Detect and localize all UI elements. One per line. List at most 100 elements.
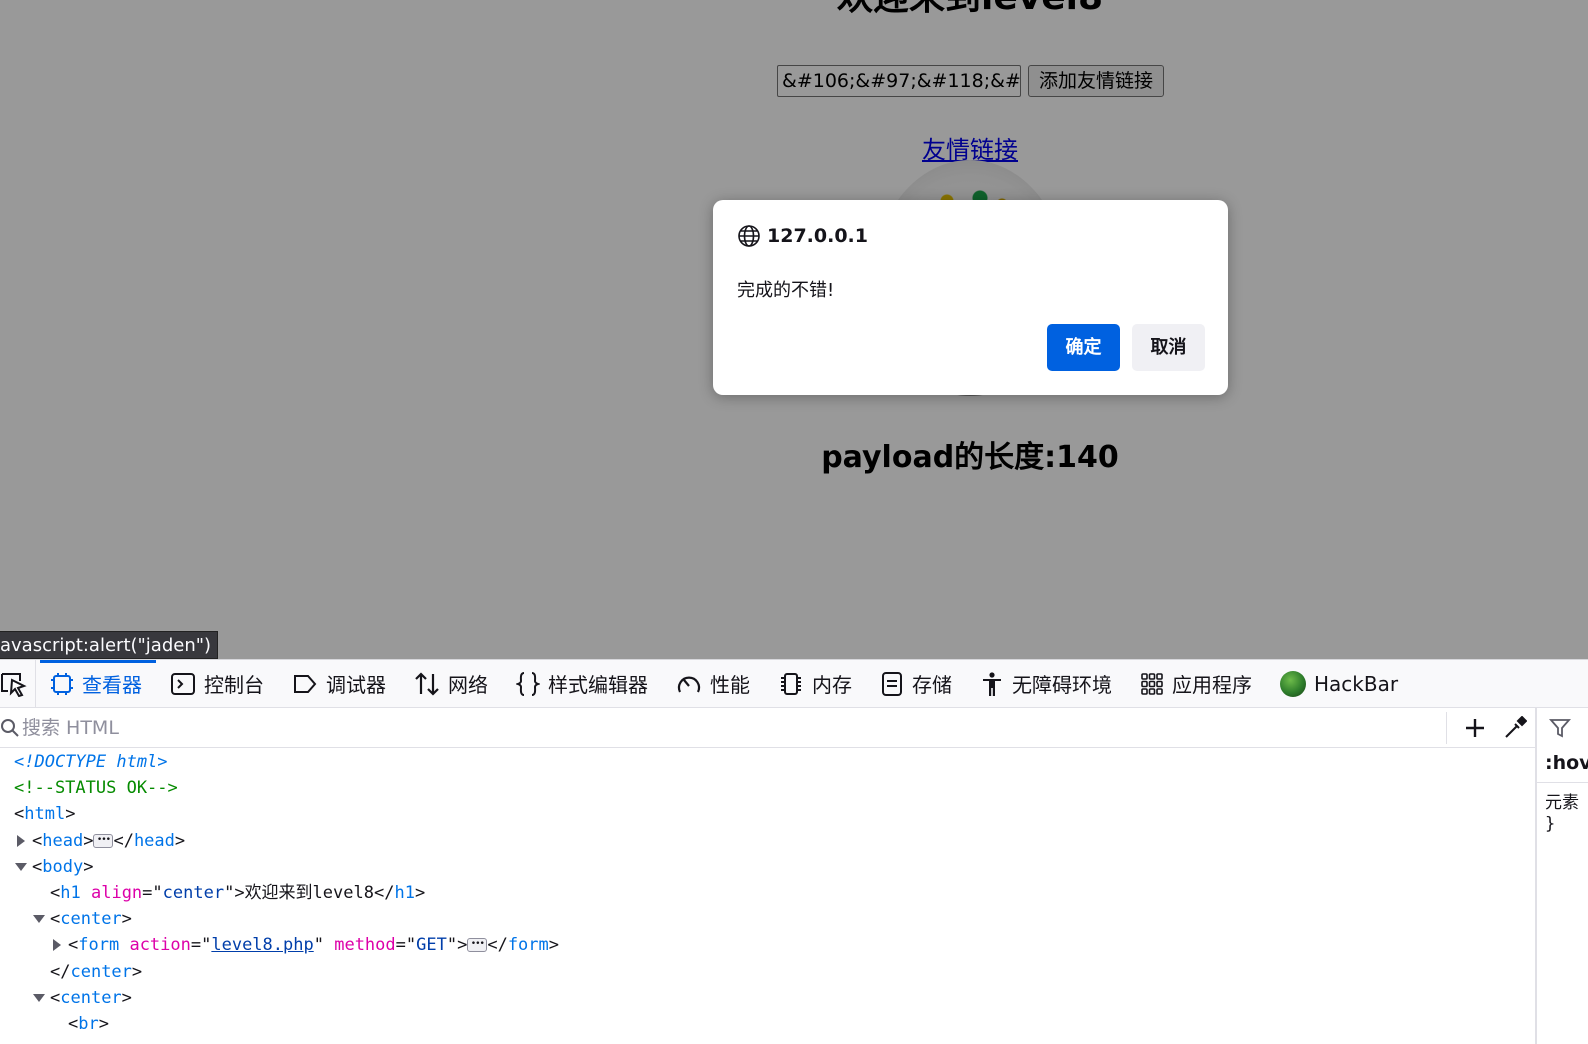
element-rule-label: 元素 bbox=[1545, 793, 1579, 813]
tag-name: body bbox=[42, 856, 84, 877]
html-search-row bbox=[0, 708, 1535, 748]
tab-accessibility[interactable]: 无障碍环境 bbox=[966, 660, 1126, 708]
collapsed-children-badge[interactable] bbox=[93, 827, 114, 853]
tab-storage[interactable]: 存储 bbox=[866, 660, 966, 708]
tab-memory[interactable]: 内存 bbox=[764, 660, 866, 708]
ok-button[interactable]: 确定 bbox=[1047, 324, 1120, 371]
tab-debugger[interactable]: 调试器 bbox=[278, 660, 400, 708]
performance-icon bbox=[677, 676, 701, 692]
search-icon bbox=[0, 708, 22, 748]
markup-br-node[interactable]: <br> bbox=[0, 1011, 1535, 1037]
collapse-toggle[interactable] bbox=[32, 991, 46, 1005]
dialog-message: 完成的不错! bbox=[737, 280, 835, 301]
markup-body-node[interactable]: <body> bbox=[0, 854, 1535, 880]
markup-center-close[interactable]: </center> bbox=[0, 959, 1535, 985]
tab-label: 无障碍环境 bbox=[1012, 673, 1112, 697]
doctype-text: <!DOCTYPE html> bbox=[14, 752, 168, 772]
hov-toggle[interactable]: :hov bbox=[1545, 752, 1588, 774]
tab-performance[interactable]: 性能 bbox=[662, 660, 764, 708]
network-icon bbox=[415, 671, 439, 696]
markup-head-node[interactable]: <head></head> bbox=[0, 827, 1535, 854]
tab-console[interactable]: 控制台 bbox=[156, 660, 278, 708]
attr-name: align bbox=[90, 882, 143, 903]
tab-label: 控制台 bbox=[204, 673, 264, 697]
hackbar-icon bbox=[1280, 670, 1306, 697]
attr-name: method bbox=[334, 935, 396, 956]
attr-value: GET bbox=[416, 935, 447, 956]
memory-icon bbox=[781, 672, 801, 695]
collapse-toggle[interactable] bbox=[14, 860, 28, 874]
accessibility-icon bbox=[983, 671, 1001, 696]
markup-center-node[interactable]: <center> bbox=[0, 985, 1535, 1011]
tag-name: center bbox=[60, 909, 122, 930]
tab-label: HackBar bbox=[1314, 671, 1399, 696]
tab-application[interactable]: 应用程序 bbox=[1126, 660, 1266, 708]
collapse-toggle[interactable] bbox=[32, 912, 46, 926]
eyedropper-icon bbox=[1505, 715, 1527, 738]
dialog-header: 127.0.0.1 bbox=[737, 224, 868, 248]
tag-name: h1 bbox=[60, 882, 81, 903]
style-editor-icon bbox=[516, 671, 540, 696]
tab-label: 应用程序 bbox=[1172, 673, 1252, 697]
expand-toggle[interactable] bbox=[14, 834, 28, 848]
status-bar-url: avascript:alert("jaden") bbox=[0, 631, 219, 659]
text-node: 欢迎来到level8 bbox=[244, 882, 374, 903]
tab-label: 调试器 bbox=[326, 673, 386, 697]
element-picker-icon bbox=[1, 672, 27, 697]
expand-toggle[interactable] bbox=[50, 938, 64, 952]
add-node-button[interactable] bbox=[1455, 708, 1495, 748]
tag-name: h1 bbox=[394, 882, 415, 903]
rule-closing-brace: } bbox=[1545, 814, 1556, 834]
markup-h1-node[interactable]: <h1 align="center">欢迎来到level8</h1> bbox=[0, 880, 1535, 906]
tag-name: center bbox=[60, 987, 122, 1008]
page-viewport: 欢迎来到level8 &#106;&#97;&#118;&#97; 添加友情链接… bbox=[0, 0, 1588, 659]
storage-icon bbox=[882, 671, 902, 696]
markup-html-node[interactable]: <html> bbox=[0, 801, 1535, 827]
devtools-panel: 查看器 控制台 调试器 网络 样式编辑器 性能 内存 存储 无障碍环境 应用程序… bbox=[0, 659, 1588, 1044]
tag-name: head bbox=[133, 830, 175, 851]
panel-divider bbox=[1537, 782, 1588, 783]
tab-label: 样式编辑器 bbox=[548, 673, 648, 697]
color-picker-button[interactable] bbox=[1495, 708, 1535, 748]
tab-hackbar[interactable]: HackBar bbox=[1266, 660, 1412, 708]
application-icon bbox=[1141, 672, 1163, 695]
plus-icon bbox=[1466, 718, 1484, 737]
inspector-icon bbox=[51, 672, 73, 695]
tag-name: html bbox=[24, 804, 66, 825]
markup-form-node[interactable]: <form action="level8.php" method="GET"><… bbox=[0, 931, 1535, 958]
rules-side-panel: :hov 元素 } bbox=[1535, 708, 1588, 1044]
dialog-origin: 127.0.0.1 bbox=[767, 225, 868, 247]
search-html-input[interactable] bbox=[22, 708, 1438, 747]
console-icon bbox=[171, 672, 195, 695]
markup-view[interactable]: <!DOCTYPE html> <!--STATUS OK--> <html> … bbox=[0, 749, 1535, 1044]
debugger-icon bbox=[294, 674, 317, 693]
devtools-tab-bar: 查看器 控制台 调试器 网络 样式编辑器 性能 内存 存储 无障碍环境 应用程序… bbox=[0, 659, 1588, 708]
tag-name: head bbox=[42, 830, 84, 851]
tag-name: form bbox=[78, 935, 120, 956]
tab-network[interactable]: 网络 bbox=[400, 660, 502, 708]
alert-dialog: 127.0.0.1 完成的不错! 确定 取消 bbox=[713, 200, 1228, 395]
tab-inspector[interactable]: 查看器 bbox=[36, 659, 156, 708]
tab-label: 存储 bbox=[912, 673, 952, 697]
markup-comment[interactable]: <!--STATUS OK--> bbox=[0, 775, 1535, 801]
filter-icon[interactable] bbox=[1549, 718, 1571, 738]
tab-style-editor[interactable]: 样式编辑器 bbox=[502, 660, 662, 708]
element-picker-button[interactable] bbox=[0, 659, 36, 708]
tab-label: 性能 bbox=[710, 673, 750, 697]
attr-name: action bbox=[129, 935, 191, 956]
tab-label: 内存 bbox=[812, 673, 852, 697]
comment-text: <!--STATUS OK--> bbox=[14, 778, 178, 799]
toolbar-divider bbox=[1446, 711, 1447, 744]
attr-value-link[interactable]: level8.php bbox=[211, 935, 313, 955]
collapsed-children-badge[interactable] bbox=[467, 931, 488, 958]
markup-center-node[interactable]: <center> bbox=[0, 906, 1535, 932]
tag-name: br bbox=[78, 1013, 99, 1034]
tag-name: center bbox=[70, 961, 132, 982]
tab-label: 查看器 bbox=[82, 673, 142, 697]
attr-value: center bbox=[162, 882, 225, 903]
cancel-button[interactable]: 取消 bbox=[1132, 324, 1205, 371]
tag-name: form bbox=[507, 935, 549, 956]
markup-doctype[interactable]: <!DOCTYPE html> bbox=[0, 749, 1535, 775]
tab-label: 网络 bbox=[448, 673, 488, 697]
globe-icon bbox=[738, 225, 760, 247]
